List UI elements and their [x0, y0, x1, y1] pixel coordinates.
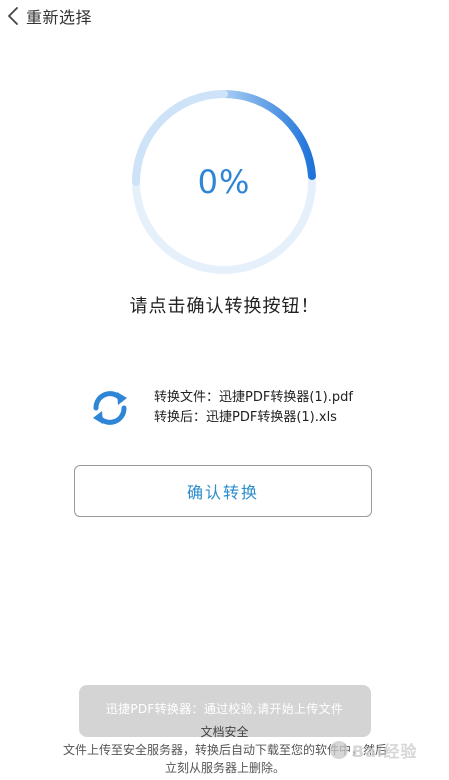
back-button[interactable]: 重新选择 — [6, 4, 92, 28]
confirm-hint: 请点击确认转换按钮！ — [129, 296, 320, 317]
chevron-left-icon — [8, 7, 18, 25]
watermark-text: Bai经验 — [352, 742, 418, 761]
confirm-convert-button[interactable]: 确认转换 — [74, 465, 372, 517]
progress-percent: 0% — [197, 163, 251, 201]
target-file-line: 转换后：迅捷PDF转换器(1).xls — [154, 410, 337, 425]
file-info: 转换文件：迅捷PDF转换器(1).pdf 转换后：迅捷PDF转换器(1).xls — [90, 388, 353, 428]
progress-ring: 0% — [126, 84, 322, 280]
toast-text: 迅捷PDF转换器：通过校验,请开始上传文件 — [105, 702, 344, 716]
paw-icon — [330, 741, 348, 759]
source-file-line: 转换文件：迅捷PDF转换器(1).pdf — [154, 390, 353, 405]
back-label: 重新选择 — [26, 8, 93, 27]
top-nav: 重新选择 — [0, 0, 449, 30]
sync-icon — [93, 391, 127, 425]
watermark: Bai经验 — [330, 738, 417, 762]
